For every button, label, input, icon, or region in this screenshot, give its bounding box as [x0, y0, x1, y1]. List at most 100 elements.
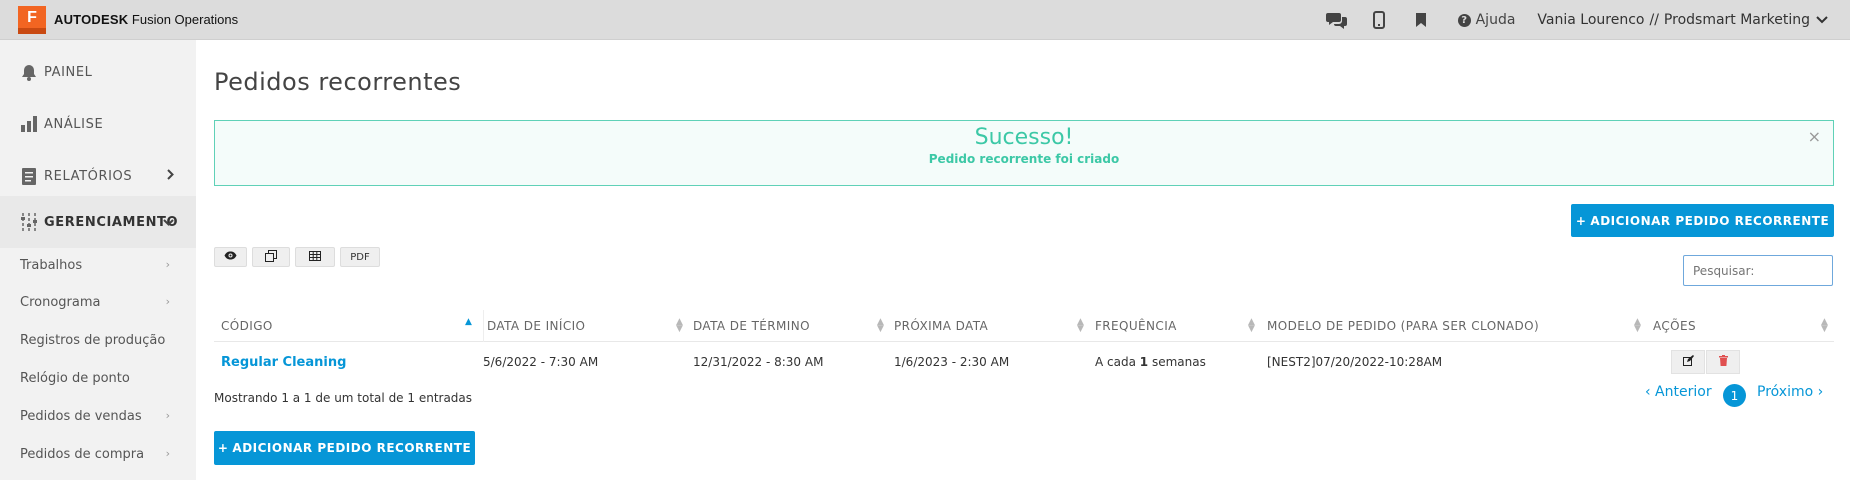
sidebar-item-label: GERENCIAMENTO [44, 214, 179, 230]
view-button[interactable] [214, 247, 247, 267]
add-button-label: ADICIONAR PEDIDO RECORRENTE [1590, 213, 1830, 228]
sidebar-item-relatorios[interactable]: RELATÓRIOS [0, 156, 196, 196]
close-icon[interactable]: × [1808, 127, 1821, 146]
column-header-label: CÓDIGO [221, 319, 273, 333]
sidebar-item-label: RELATÓRIOS [44, 168, 133, 184]
sort-icon: ▲ ▼ [877, 317, 884, 334]
edit-button[interactable] [1671, 350, 1705, 374]
cell-template: [NEST2]07/20/2022-10:28AM [1267, 355, 1443, 369]
chevron-right-icon: › [165, 409, 170, 422]
bell-icon [20, 63, 38, 81]
help-icon: ? [1457, 13, 1471, 27]
logo-letter: F [27, 8, 37, 26]
column-header-acoes[interactable]: AÇÕES [1653, 310, 1823, 342]
frequency-prefix: A cada [1095, 355, 1140, 369]
top-bar: F AUTODESK Fusion Operations ? Ajuda Van… [0, 0, 1850, 40]
sidebar-subitem-label: Cronograma [20, 295, 101, 310]
page-title: Pedidos recorrentes [214, 68, 462, 96]
bookmark-icon[interactable] [1410, 9, 1432, 31]
plus-icon: + [217, 441, 229, 455]
help-link[interactable]: ? Ajuda [1457, 12, 1516, 28]
cell-next: 1/6/2023 - 2:30 AM [894, 355, 1010, 369]
column-header-label: MODELO DE PEDIDO (PARA SER CLONADO) [1267, 319, 1540, 333]
column-header-label: PRÓXIMA DATA [894, 319, 989, 333]
add-button-label: ADICIONAR PEDIDO RECORRENTE [232, 441, 472, 455]
chevron-right-icon: › [165, 258, 170, 271]
add-recurring-order-button-top[interactable]: + ADICIONAR PEDIDO RECORRENTE [1571, 204, 1834, 237]
pagination-next[interactable]: Próximo › [1757, 384, 1823, 400]
pdf-button[interactable]: PDF [340, 247, 380, 267]
column-header-frequencia[interactable]: FREQUÊNCIA [1095, 310, 1265, 342]
search-input[interactable] [1683, 255, 1833, 286]
chat-icon[interactable] [1325, 9, 1348, 31]
brand[interactable]: F AUTODESK Fusion Operations [18, 5, 239, 34]
sidebar: PAINEL ANÁLISE RELATÓRIOS GERENCIAMENTO … [0, 40, 196, 480]
table-icon [309, 250, 321, 264]
sidebar-item-painel[interactable]: PAINEL [0, 52, 196, 92]
chevron-down-icon [1816, 13, 1828, 27]
company-name: Prodsmart Marketing [1663, 12, 1810, 28]
success-alert: Sucesso! Pedido recorrente foi criado × [214, 120, 1834, 186]
bar-chart-icon [20, 115, 38, 133]
order-code-link[interactable]: Regular Cleaning [221, 355, 346, 370]
column-header-data-inicio[interactable]: DATA DE INÍCIO [483, 310, 683, 342]
sort-asc-icon: ▲ [465, 317, 472, 327]
trash-icon [1718, 355, 1728, 369]
column-header-proxima-data[interactable]: PRÓXIMA DATA [894, 310, 1094, 342]
frequency-number: 1 [1139, 355, 1149, 369]
column-header-label: DATA DE INÍCIO [487, 319, 586, 333]
table-info: Mostrando 1 a 1 de um total de 1 entrada… [214, 391, 473, 405]
fusion-logo-icon: F [18, 5, 46, 34]
sidebar-subitem-pedidos-vendas[interactable]: Pedidos de vendas › [0, 409, 196, 424]
sidebar-item-gerenciamento[interactable]: GERENCIAMENTO [0, 196, 196, 248]
sidebar-subitem-cronograma[interactable]: Cronograma › [0, 295, 196, 310]
alert-title: Sucesso! [974, 125, 1074, 150]
column-header-codigo[interactable]: CÓDIGO [221, 310, 467, 342]
brand-rest: Fusion Operations [128, 12, 239, 27]
sort-icon: ▲ ▼ [1248, 317, 1255, 334]
chevron-right-icon: › [165, 295, 170, 308]
sidebar-subitem-label: Pedidos de vendas [20, 409, 142, 424]
help-label: Ajuda [1475, 12, 1516, 28]
sidebar-subitem-relogio[interactable]: Relógio de ponto [0, 371, 196, 386]
sidebar-subitem-label: Relógio de ponto [20, 371, 130, 386]
add-recurring-order-button-bottom[interactable]: + ADICIONAR PEDIDO RECORRENTE [214, 431, 475, 465]
alert-message: Pedido recorrente foi criado [928, 152, 1120, 166]
user-name: Vania Lourenco [1537, 12, 1645, 28]
copy-icon [265, 249, 277, 265]
cell-end: 12/31/2022 - 8:30 AM [693, 355, 824, 369]
mobile-icon[interactable] [1368, 9, 1390, 31]
cell-code: Regular Cleaning [221, 346, 346, 378]
column-header-data-termino[interactable]: DATA DE TÉRMINO [693, 310, 893, 342]
chevron-down-icon [163, 214, 174, 230]
sort-icon: ▲ ▼ [1634, 317, 1641, 334]
document-icon [20, 167, 38, 185]
sidebar-subitem-pedidos-compra[interactable]: Pedidos de compra › [0, 447, 196, 462]
excel-button[interactable] [295, 247, 335, 267]
cell-start: 5/6/2022 - 7:30 AM [483, 355, 599, 369]
sort-icon: ▲ ▼ [1077, 317, 1084, 334]
frequency-suffix: semanas [1148, 355, 1206, 369]
chevron-right-icon: › [165, 447, 170, 460]
plus-icon: + [1575, 213, 1587, 228]
sidebar-subitem-registros[interactable]: Registros de produção [0, 333, 196, 348]
sort-icon: ▲ ▼ [1821, 317, 1828, 334]
sidebar-subitem-trabalhos[interactable]: Trabalhos › [0, 258, 196, 273]
cell-frequency: A cada 1 semanas [1095, 346, 1206, 378]
user-menu[interactable]: Vania Lourenco // Prodsmart Marketing [1537, 12, 1828, 28]
chevron-right-icon [167, 168, 174, 184]
sort-icon: ▲ ▼ [676, 317, 683, 334]
brand-bold: AUTODESK [54, 12, 129, 27]
table-header: CÓDIGO ▲ DATA DE INÍCIO ▲ ▼ DATA DE TÉRMI… [214, 310, 1834, 342]
column-header-label: AÇÕES [1653, 319, 1697, 333]
copy-button[interactable] [252, 247, 290, 267]
pagination-prev[interactable]: ‹ Anterior [1645, 384, 1712, 400]
sidebar-item-analise[interactable]: ANÁLISE [0, 104, 196, 144]
delete-button[interactable] [1706, 350, 1740, 374]
column-header-label: DATA DE TÉRMINO [693, 319, 810, 333]
column-header-modelo[interactable]: MODELO DE PEDIDO (PARA SER CLONADO) [1267, 310, 1647, 342]
pagination-current[interactable]: 1 [1723, 384, 1746, 407]
sidebar-item-label: ANÁLISE [44, 116, 104, 132]
sidebar-subitem-label: Pedidos de compra [20, 447, 145, 462]
eye-icon [224, 251, 237, 263]
